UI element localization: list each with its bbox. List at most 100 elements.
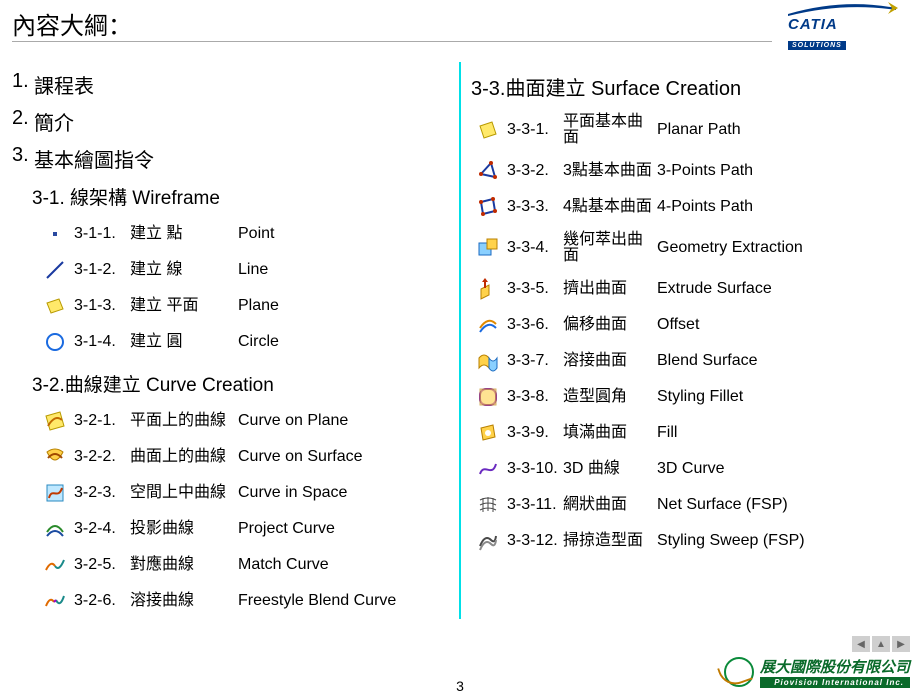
item-index: 3-3-8. [507,389,563,405]
item-index: 3-2-6. [74,593,130,609]
section-3-1-title: 3-1. 線架構 Wireframe [32,183,439,210]
list-item: 3-1-1.建立 點Point [44,216,439,252]
point-icon [44,223,66,245]
left-column: 1. 課程表 2. 簡介 3. 基本繪圖指令 3-1. 線架構 Wirefram… [12,62,449,619]
item-label-en: Extrude Surface [657,281,898,297]
list-item: 3-3-12.掃掠造型面Styling Sweep (FSP) [477,523,898,559]
item-label-en: Point [238,226,439,242]
section-3-3-title: 3-3.曲面建立 Surface Creation [471,72,898,101]
item-label-zh: 曲面上的曲線 [130,449,238,465]
footer-right: ◀ ▲ ▶ 展大國際股份有限公司 Piovision International… [724,636,910,688]
item-label-zh: 溶接曲面 [563,353,657,369]
item-index: 3-3-11. [507,497,563,513]
item-label-zh: 空間上中曲線 [130,485,238,501]
item-label-zh: 網狀曲面 [563,497,657,513]
item-label-zh: 擠出曲面 [563,281,657,297]
page-title: 內容大綱： [12,6,772,42]
section-3-1-list: 3-1-1.建立 點Point3-1-2.建立 線Line3-1-3.建立 平面… [44,216,439,360]
nav-next-icon[interactable]: ▶ [892,636,910,652]
item-label-en: Curve on Plane [238,413,439,429]
company-name-en: Piovision International Inc. [760,677,910,688]
item-label-en: Circle [238,334,439,350]
item-label-zh: 造型圓角 [563,389,657,405]
item-label-en: 3D Curve [657,461,898,477]
toc-item-3: 3. 基本繪圖指令 [12,144,439,173]
item-label-en: Offset [657,317,898,333]
list-item: 3-3-7.溶接曲面Blend Surface [477,343,898,379]
item-label-zh: 3點基本曲面 [563,163,657,179]
company-mark-icon [724,657,754,687]
nav-up-icon[interactable]: ▲ [872,636,890,652]
net-icon [477,494,499,516]
vertical-divider [459,62,461,619]
item-label-en: Styling Fillet [657,389,898,405]
item-label-en: Project Curve [238,521,439,537]
project-curve-icon [44,518,66,540]
item-label-zh: 平面上的曲線 [130,413,238,429]
item-label-en: 4-Points Path [657,199,898,215]
item-index: 3-2-2. [74,449,130,465]
toc-item-1: 1. 課程表 [12,70,439,99]
item-label-en: Blend Surface [657,353,898,369]
item-index: 3-3-12. [507,533,563,549]
blend-surf-icon [477,350,499,372]
list-item: 3-2-4.投影曲線Project Curve [44,511,439,547]
nav-prev-icon[interactable]: ◀ [852,636,870,652]
item-label-en: Line [238,262,439,278]
list-item: 3-3-9.填滿曲面Fill [477,415,898,451]
item-label-zh: 4點基本曲面 [563,199,657,215]
section-3-2-list: 3-2-1.平面上的曲線Curve on Plane 3-2-2.曲面上的曲線Cu… [44,403,439,619]
planar-icon [477,119,499,141]
item-label-en: Styling Sweep (FSP) [657,533,898,549]
item-label-en: Plane [238,298,439,314]
plane-icon [44,295,66,317]
item-index: 3-1-1. [74,226,130,242]
list-item: 3-2-3.空間上中曲線Curve in Space [44,475,439,511]
list-item: 3-3-11.網狀曲面Net Surface (FSP) [477,487,898,523]
item-label-en: Match Curve [238,557,439,573]
item-label-zh: 建立 平面 [130,298,238,314]
item-label-en: Freestyle Blend Curve [238,593,439,609]
item-label-zh: 對應曲線 [130,557,238,573]
item-index: 3-2-1. [74,413,130,429]
fill-icon [477,422,499,444]
item-index: 3-2-4. [74,521,130,537]
item-index: 3-3-4. [507,240,563,256]
sweep-icon [477,530,499,552]
item-index: 3-1-4. [74,334,130,350]
section-3-3-list: 3-3-1.平面基本曲面Planar Path3-3-2.3點基本曲面3-Poi… [477,107,898,559]
item-index: 3-2-3. [74,485,130,501]
item-label-zh: 建立 點 [130,226,238,242]
nav-arrows: ◀ ▲ ▶ [724,636,910,652]
item-label-en: Net Surface (FSP) [657,497,898,513]
list-item: 3-1-4.建立 圓Circle [44,324,439,360]
item-index: 3-3-7. [507,353,563,369]
list-item: 3-3-2.3點基本曲面3-Points Path [477,153,898,189]
item-index: 3-3-6. [507,317,563,333]
item-label-en: 3-Points Path [657,163,898,179]
toc-item-2: 2. 簡介 [12,107,439,136]
item-label-zh: 建立 圓 [130,334,238,350]
company-logo-block: 展大國際股份有限公司 Piovision International Inc. [724,656,910,688]
catia-logo: CATIA SOLUTIONS [788,2,908,52]
section-3-2-title: 3-2.曲線建立 Curve Creation [32,370,439,397]
item-index: 3-3-2. [507,163,563,179]
item-label-zh: 投影曲線 [130,521,238,537]
extrude-icon [477,278,499,300]
curve-plane-icon [44,410,66,432]
item-label-zh: 平面基本曲面 [563,114,657,146]
list-item: 3-3-3.4點基本曲面4-Points Path [477,189,898,225]
curve-surface-icon [44,446,66,468]
3d-curve-icon [477,458,499,480]
item-index: 3-3-1. [507,122,563,138]
item-index: 3-1-3. [74,298,130,314]
list-item: 3-3-10.3D 曲線3D Curve [477,451,898,487]
list-item: 3-2-2.曲面上的曲線Curve on Surface [44,439,439,475]
geo-extract-icon [477,237,499,259]
company-name-zh: 展大國際股份有限公司 [760,659,910,676]
item-index: 3-1-2. [74,262,130,278]
line-icon [44,259,66,281]
item-label-zh: 掃掠造型面 [563,533,657,549]
list-item: 3-2-5.對應曲線Match Curve [44,547,439,583]
curve-space-icon [44,482,66,504]
